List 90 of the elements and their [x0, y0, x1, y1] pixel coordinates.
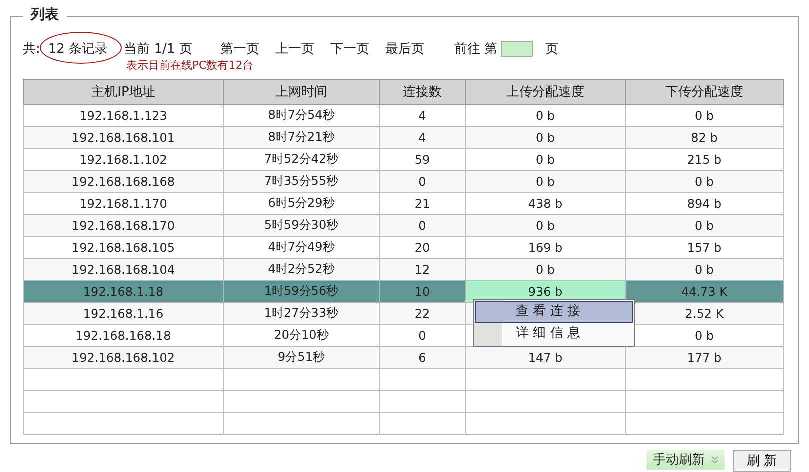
table-cell: 20 — [414, 240, 430, 254]
table-cell: 0 b — [536, 262, 556, 276]
next-page-link[interactable]: 下一页 — [330, 40, 370, 58]
table-row[interactable]: 192.168.168.105 4时7分49秒 20 169 b 157 b — [24, 236, 784, 258]
table-row[interactable]: 192.168.1.102 7时52分42秒 59 0 b 215 b — [24, 148, 784, 170]
table-cell: 192.168.168.18 — [76, 328, 172, 342]
table-row[interactable]: 192.168.1.18 1时59分56秒 10 936 b 44.73 K — [24, 280, 784, 302]
table-cell: 1时59分56秒 — [264, 284, 339, 298]
table-cell: 215 b — [687, 152, 722, 166]
table-cell: 21 — [414, 196, 430, 210]
table-row[interactable]: 192.168.168.102 9分51秒 6 147 b 177 b — [24, 346, 784, 368]
table-cell: 8时7分54秒 — [268, 108, 335, 122]
menu-item[interactable]: 详 细 信 息 — [475, 323, 633, 345]
table-cell: 10 — [414, 284, 430, 298]
table-cell: 0 b — [536, 218, 556, 232]
column-header: 连接数 — [380, 80, 466, 104]
table-cell: 6 — [418, 350, 426, 364]
table-cell: 177 b — [687, 350, 722, 364]
previous-page-link[interactable]: 上一页 — [275, 40, 314, 58]
table-cell: 82 b — [691, 130, 718, 144]
table-cell: 192.168.1.18 — [83, 284, 164, 298]
table-row[interactable]: 192.168.1.123 8时7分54秒 4 0 b 0 b — [24, 104, 784, 126]
table-cell: 2.52 K — [685, 306, 724, 320]
caret-icon — [711, 456, 719, 464]
table-cell: 192.168.168.168 — [72, 174, 176, 188]
table-row[interactable]: 192.168.168.170 5时59分30秒 0 0 b 0 b — [24, 214, 784, 236]
table-cell: 192.168.168.102 — [72, 350, 176, 364]
table-cell: 0 — [418, 174, 426, 188]
table-cell: 12 — [414, 262, 430, 276]
table-row[interactable]: 192.168.168.101 8时7分21秒 4 0 b 82 b — [24, 126, 784, 148]
first-page-link[interactable]: 第一页 — [220, 40, 260, 58]
column-header: 下传分配速度 — [626, 80, 784, 104]
table-cell: 4时7分49秒 — [268, 240, 335, 254]
refresh-mode-dropdown[interactable]: 手动刷新 — [647, 450, 725, 470]
table-cell: 0 b — [694, 108, 714, 122]
menu-item[interactable]: 查 看 连 接 — [475, 301, 633, 323]
table-cell: 192.168.1.170 — [80, 196, 168, 210]
table-cell: 192.168.1.16 — [83, 306, 164, 320]
table-cell: 157 b — [687, 240, 722, 254]
table-cell: 192.168.168.105 — [72, 240, 176, 254]
table-cell: 6时5分29秒 — [268, 196, 335, 210]
table-cell: 192.168.168.104 — [72, 262, 176, 276]
refresh-button[interactable]: 刷 新 — [733, 450, 791, 472]
last-page-link[interactable]: 最后页 — [385, 40, 424, 58]
table-cell: 0 b — [694, 328, 714, 342]
panel-title: 列表 — [23, 6, 67, 24]
table-cell: 1时27分33秒 — [264, 306, 339, 320]
table-cell: 0 b — [694, 262, 714, 276]
table-cell: 894 b — [687, 196, 722, 210]
table-cell: 7时35分55秒 — [264, 174, 339, 188]
table-cell: 936 b — [528, 284, 563, 298]
column-header: 上传分配速度 — [466, 80, 626, 104]
total-label: 共: — [23, 41, 40, 58]
table-cell: 0 b — [536, 130, 556, 144]
table-cell: 4 — [418, 130, 426, 144]
table-cell: 20分10秒 — [274, 328, 329, 342]
table-cell: 7时52分42秒 — [264, 152, 339, 166]
table-cell: 4时2分52秒 — [268, 262, 335, 276]
table-cell: 0 b — [536, 174, 556, 188]
table-cell: 0 — [418, 328, 426, 342]
table-cell: 5时59分30秒 — [264, 218, 339, 232]
table-cell: 147 b — [528, 350, 563, 364]
column-header: 上网时间 — [224, 80, 380, 104]
table-row[interactable]: 192.168.168.104 4时2分52秒 12 0 b 0 b — [24, 258, 784, 280]
page-label: 页 — [545, 41, 558, 58]
table-cell: 192.168.1.102 — [80, 152, 168, 166]
table-cell: 192.168.1.123 — [80, 108, 168, 122]
table-cell: 0 b — [694, 174, 714, 188]
goto-label: 前往 第 — [454, 41, 498, 58]
page-input[interactable] — [501, 41, 534, 57]
table-cell: 0 b — [694, 218, 714, 232]
table-cell: 192.168.168.170 — [72, 218, 176, 232]
table-cell: 22 — [414, 306, 430, 320]
table-cell: 9分51秒 — [278, 350, 325, 364]
table-cell: 0 — [418, 218, 426, 232]
column-header: 主机IP地址 — [24, 80, 224, 104]
table-row[interactable]: 192.168.1.170 6时5分29秒 21 438 b 894 b — [24, 192, 784, 214]
table-cell: 4 — [418, 108, 426, 122]
table-cell: 0 b — [536, 108, 556, 122]
annotation-note: 表示目前在线PC数有12台 — [126, 58, 254, 73]
table-cell: 44.73 K — [681, 284, 728, 298]
record-count: 12 条记录 — [48, 42, 108, 57]
table-cell: 169 b — [528, 240, 563, 254]
table-cell: 192.168.168.101 — [72, 130, 176, 144]
table-cell: 0 b — [536, 152, 556, 166]
table-row[interactable]: 192.168.168.168 7时35分55秒 0 0 b 0 b — [24, 170, 784, 192]
table-cell: 59 — [414, 152, 430, 166]
page-indicator: 当前 1/1 页 — [124, 41, 192, 58]
table-cell: 438 b — [528, 196, 563, 210]
table-cell: 8时7分21秒 — [268, 130, 335, 144]
